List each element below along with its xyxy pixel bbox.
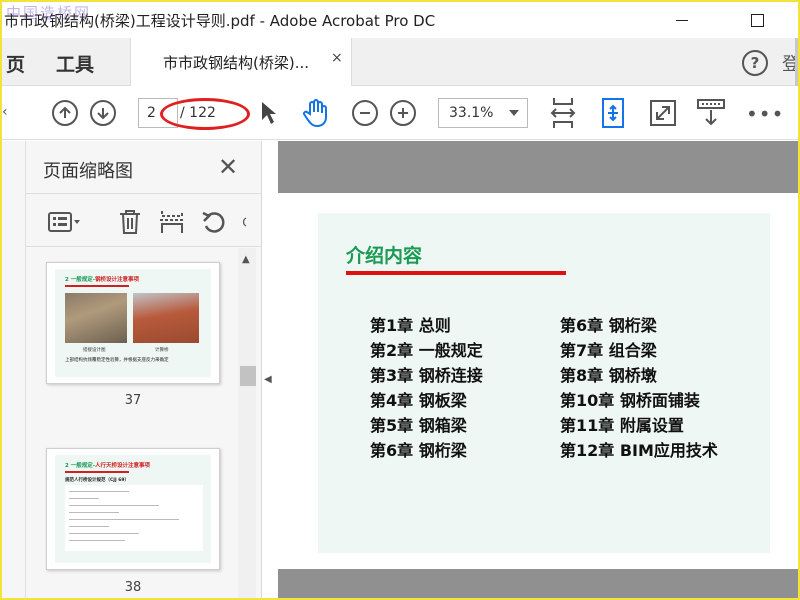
panel-title: 页面缩略图 (43, 161, 133, 182)
divider (795, 38, 798, 86)
chapter-list-right: 第6章 钢桁梁 第7章 组合梁 第8章 钢桥墩 第10章 钢桥面铺装 第11章 … (560, 313, 718, 463)
thumbnail-title-prefix: 2 一般规定- (65, 277, 96, 283)
hand-icon[interactable] (302, 98, 330, 128)
tab-bar: 页 工具 市市政钢结构(桥梁)... × ? 登 (2, 38, 798, 86)
text-line (69, 533, 139, 534)
bridge-photo (65, 293, 127, 343)
chapter-item: 第8章 钢桥墩 (560, 366, 657, 385)
thumbnail-title: 2 一般规定-人行天桥设计注意事项 (65, 461, 150, 469)
document-tab[interactable]: 市市政钢结构(桥梁)... × (130, 38, 352, 86)
text-line (69, 498, 99, 499)
acrobat-window: 市市政钢结构(桥梁)工程设计导则.pdf - Adobe Acrobat Pro… (0, 0, 800, 600)
thumbnail-page-37[interactable]: 2 一般规定-钢桥设计注意事项 搭接设计图 计算桥 上部结构抗倾覆稳定性验算，并… (46, 262, 220, 384)
photo-caption: 计算桥 (155, 348, 169, 353)
document-view[interactable]: 介绍内容 第1章 总则 第2章 一般规定 第3章 钢桥连接 第4章 钢板梁 第5… (278, 141, 798, 598)
rotate-ccw-icon[interactable] (240, 208, 254, 236)
bridge-deck-photo (133, 293, 199, 343)
toolbar-overflow-icon[interactable]: ‹ (2, 104, 8, 120)
chapter-item: 第11章 附属设置 (560, 416, 684, 435)
chapter-item: 第5章 钢箱梁 (370, 416, 467, 435)
thumbnail-title-suffix: 人行天桥设计注意事项 (95, 463, 151, 469)
title-bar: 市市政钢结构(桥梁)工程设计导则.pdf - Adobe Acrobat Pro… (2, 2, 798, 38)
chapter-item: 第3章 钢桥连接 (370, 366, 483, 385)
zoom-out-icon[interactable] (352, 100, 378, 126)
maximize-button[interactable] (737, 8, 777, 32)
text-line (69, 491, 129, 492)
navigation-pane-strip (2, 141, 26, 598)
close-tab-icon[interactable]: × (331, 50, 343, 66)
thumbnail-underline (65, 285, 129, 287)
minimize-button[interactable] (662, 8, 702, 32)
text-line (69, 519, 179, 520)
thumbnail-body-text: 上部结构抗倾覆稳定性验算，并根据支座反力来确定 (65, 358, 169, 363)
tab-tools[interactable]: 工具 (56, 50, 94, 77)
chapter-list-left: 第1章 总则 第2章 一般规定 第3章 钢桥连接 第4章 钢板梁 第5章 钢箱梁… (370, 313, 483, 463)
prev-page-icon[interactable] (52, 100, 78, 126)
chapter-item: 第10章 钢桥面铺装 (560, 391, 700, 410)
help-icon[interactable]: ? (742, 50, 768, 76)
chapter-item: 第6章 钢桁梁 (370, 441, 467, 460)
toolbar: ‹ 2 / 122 33.1% ••• (2, 86, 798, 140)
zoom-in-icon[interactable] (390, 100, 416, 126)
extract-icon[interactable] (158, 208, 186, 236)
thumbnail-underline (65, 471, 129, 473)
scrollbar-thumb[interactable] (240, 366, 256, 386)
rotate-view-icon[interactable] (598, 96, 628, 130)
thumbnail-content: 2 一般规定-人行天桥设计注意事项 规范人行桥设计规范（CJJ 69） (55, 455, 211, 563)
fullscreen-icon[interactable] (648, 96, 678, 130)
chapter-item: 第1章 总则 (370, 316, 451, 335)
thumbnail-title: 2 一般规定-钢桥设计注意事项 (65, 275, 139, 283)
scroll-mode-icon[interactable] (696, 96, 726, 130)
watermark: 中国造桥网 (6, 4, 92, 22)
photo-caption: 搭接设计图 (83, 348, 106, 353)
text-line (69, 540, 125, 541)
thumbnail-page-38[interactable]: 2 一般规定-人行天桥设计注意事项 规范人行桥设计规范（CJJ 69） (46, 448, 220, 570)
scroll-up-icon[interactable]: ▲ (242, 254, 250, 265)
slide-content: 介绍内容 第1章 总则 第2章 一般规定 第3章 钢桥连接 第4章 钢板梁 第5… (318, 213, 770, 553)
chevron-down-icon (509, 110, 519, 116)
thumbnail-page-number: 37 (124, 393, 142, 408)
text-line (69, 505, 159, 506)
thumbnail-subtitle: 规范人行桥设计规范（CJJ 69） (65, 478, 129, 483)
title-underline (346, 271, 566, 275)
chapter-item: 第4章 钢板梁 (370, 391, 467, 410)
thumbnail-page-number: 38 (124, 580, 142, 595)
chapter-item: 第2章 一般规定 (370, 341, 483, 360)
next-page-icon[interactable] (90, 100, 116, 126)
thumbnail-text-block (65, 485, 203, 551)
tab-home[interactable]: 页 (6, 50, 25, 77)
chapter-item: 第6章 钢桁梁 (560, 316, 657, 335)
rotate-icon[interactable] (200, 208, 228, 236)
close-icon[interactable]: ✕ (218, 153, 238, 181)
thumbnail-scrollbar[interactable]: ▲ (238, 248, 256, 598)
chapter-item: 第12章 BIM应用技术 (560, 441, 718, 460)
text-line (69, 526, 109, 527)
pdf-page: 介绍内容 第1章 总则 第2章 一般规定 第3章 钢桥连接 第4章 钢板梁 第5… (278, 193, 798, 569)
select-arrow-icon[interactable] (260, 100, 278, 126)
thumbnail-title-prefix: 2 一般规定- (65, 463, 96, 469)
more-icon[interactable]: ••• (746, 102, 784, 126)
zoom-value: 33.1% (449, 105, 494, 121)
document-tab-label: 市市政钢结构(桥梁)... (163, 54, 310, 72)
chapter-item: 第7章 组合梁 (560, 341, 657, 360)
thumbnail-list: 2 一般规定-钢桥设计注意事项 搭接设计图 计算桥 上部结构抗倾覆稳定性验算，并… (26, 248, 238, 598)
page-thumbnails-panel: 页面缩略图 ✕ 2 一般规定-钢桥设计注意事项 搭接设计图 计算桥 上部结构抗倾… (26, 141, 262, 598)
annotation-ellipse (160, 98, 250, 130)
collapse-panel-icon[interactable]: ◀ (264, 374, 272, 385)
options-icon[interactable] (44, 208, 84, 236)
text-line (69, 512, 119, 513)
delete-icon[interactable] (116, 208, 144, 236)
slide-title: 介绍内容 (346, 245, 423, 267)
fit-width-icon[interactable] (548, 96, 578, 130)
panel-toolbar (26, 193, 262, 247)
thumbnail-content: 2 一般规定-钢桥设计注意事项 搭接设计图 计算桥 上部结构抗倾覆稳定性验算，并… (55, 269, 211, 377)
thumbnail-title-suffix: 钢桥设计注意事项 (95, 277, 140, 283)
zoom-select[interactable]: 33.1% (438, 98, 528, 128)
